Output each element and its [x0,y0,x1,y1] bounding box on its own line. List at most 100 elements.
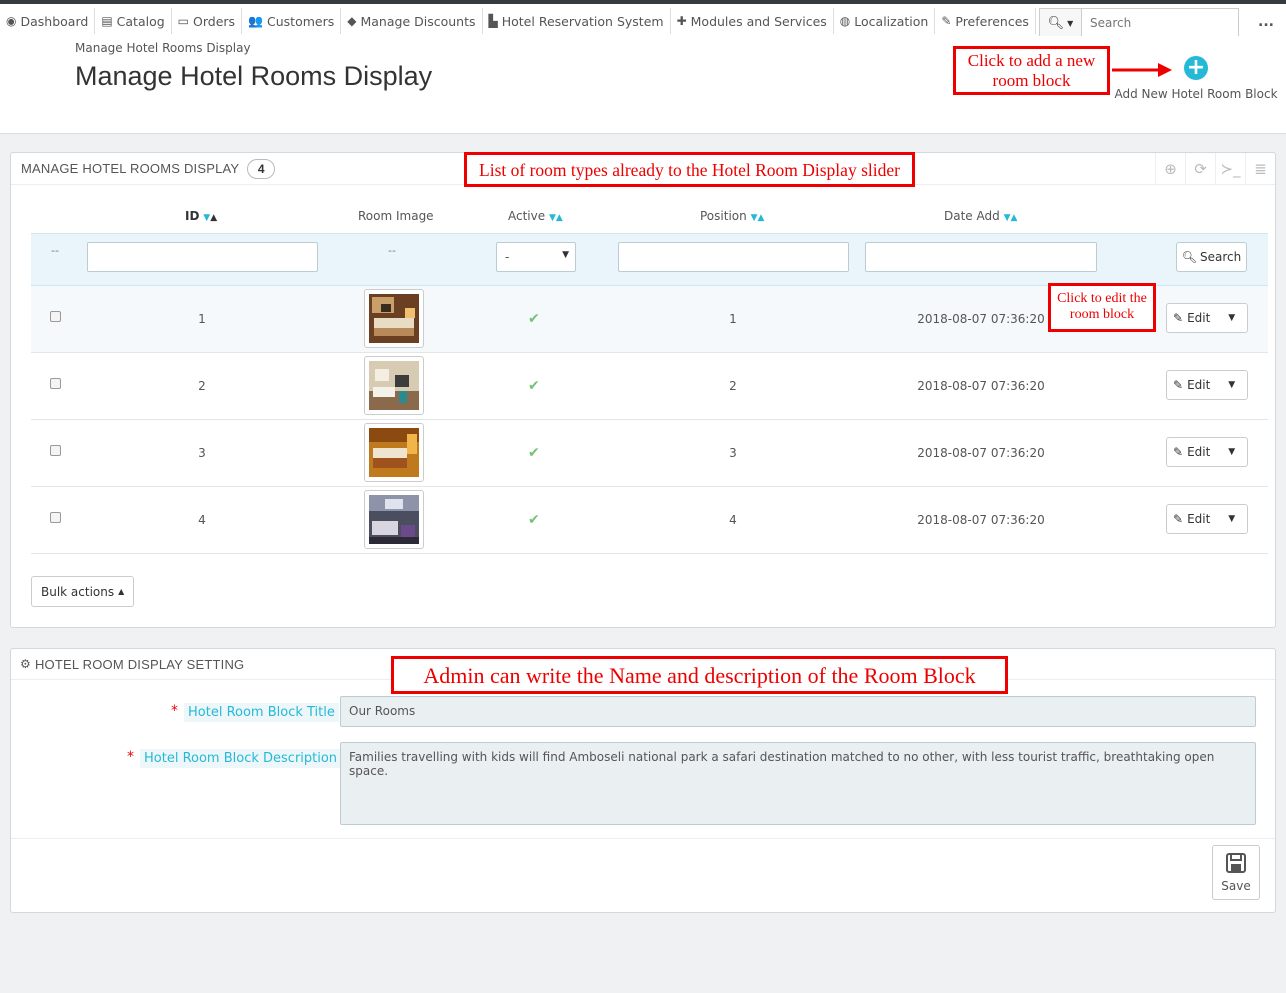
filter-date-input[interactable] [865,242,1097,272]
edit-button[interactable]: ✎ Edit [1167,505,1216,533]
nav-label: Manage Discounts [360,13,476,29]
cell-date: 2018-08-07 07:36:20 [917,446,1045,460]
block-description-textarea[interactable]: Families travelling with kids will find … [340,742,1256,825]
room-photo [369,361,419,410]
nav-label: Hotel Reservation System [501,13,664,29]
edit-dropdown-toggle[interactable]: ▼ [1216,438,1247,466]
search-icon: 🔍︎ [1047,15,1065,31]
annotation-arrow-icon [1112,63,1172,77]
required-marker: * [127,749,134,765]
credit-card-icon: ▭ [177,14,190,28]
active-check-icon[interactable]: ✔ [528,311,540,327]
cell-id: 1 [198,312,206,326]
nav-label: Preferences [955,13,1029,29]
dashboard-icon: ◉ [6,14,17,28]
column-header-position[interactable]: Position ▼▲ [700,209,764,223]
nav-orders[interactable]: ▭ Orders [172,8,243,34]
row-checkbox[interactable] [50,512,61,523]
block-title-input[interactable]: Our Rooms [340,696,1256,727]
sort-arrows-icon[interactable]: ▼▲ [203,213,217,223]
add-room-block-label: Add New Hotel Room Block [1114,87,1278,101]
search-icon: 🔍︎ [1181,250,1197,264]
filter-position-input[interactable] [618,242,849,272]
database-icon[interactable]: ≣ [1245,153,1275,185]
breadcrumb[interactable]: Manage Hotel Rooms Display [75,41,251,55]
nav-modules[interactable]: ✚ Modules and Services [671,8,834,34]
annotation-add-block: Click to add a new room block [953,46,1110,95]
bulk-actions-button[interactable]: Bulk actions ▲ [31,576,135,607]
page-title: Manage Hotel Rooms Display [75,61,433,91]
refresh-icon[interactable]: ⟳ [1185,153,1215,185]
edit-label: Edit [1187,445,1211,459]
cell-date: 2018-08-07 07:36:20 [917,312,1045,326]
required-marker: * [171,703,178,719]
pencil-icon: ✎ [1173,445,1184,459]
active-check-icon[interactable]: ✔ [528,378,540,394]
select-value: - [505,250,510,264]
nav-label: Customers [267,13,335,29]
active-check-icon[interactable]: ✔ [528,445,540,461]
column-header-active[interactable]: Active ▼▲ [508,209,563,223]
save-button[interactable]: Save [1212,845,1260,900]
nav-manage-discounts[interactable]: ◆ Manage Discounts [341,8,483,34]
sort-arrows-icon[interactable]: ▼▲ [1004,213,1018,223]
nav-dashboard[interactable]: ◉ Dashboard [0,8,96,34]
book-icon: ▤ [101,14,113,28]
column-header-image: Room Image [358,209,434,223]
nav-label: Localization [854,13,929,29]
nav-catalog[interactable]: ▤ Catalog [95,8,172,34]
cell-date: 2018-08-07 07:36:20 [917,379,1045,393]
edit-button-group: ✎ Edit ▼ [1166,303,1248,333]
nav-preferences[interactable]: ✎ Preferences [935,8,1036,34]
sort-arrows-icon[interactable]: ▼▲ [549,213,563,223]
filter-id-input[interactable] [87,242,318,272]
caret-down-icon: ▼ [1228,447,1236,457]
filter-active-select[interactable]: - ▼ [496,242,576,272]
search-label: Search [1200,250,1242,264]
search-input[interactable] [1081,8,1239,38]
cell-id: 3 [198,446,206,460]
caret-down-icon: ▼ [1228,514,1236,524]
filter-search-button[interactable]: 🔍︎ Search [1176,242,1247,272]
sql-query-icon[interactable]: ≻_ [1215,153,1245,185]
save-icon [1226,853,1246,873]
nav-localization[interactable]: ◍ Localization [834,8,936,34]
wrench-icon: ✎ [941,14,952,28]
row-checkbox[interactable] [50,378,61,389]
edit-dropdown-toggle[interactable]: ▼ [1216,304,1247,332]
caret-down-icon: ▼ [1228,313,1236,323]
room-list-table: ID ▼▲ Room Image Active ▼▲ Position ▼▲ D… [31,199,1268,554]
edit-button[interactable]: ✎ Edit [1167,371,1216,399]
nav-label: Dashboard [20,13,89,29]
column-label: Active [508,209,546,223]
edit-button[interactable]: ✎ Edit [1167,438,1216,466]
bulk-actions-label: Bulk actions [41,584,115,599]
column-header-date[interactable]: Date Add ▼▲ [944,209,1017,223]
active-check-icon[interactable]: ✔ [528,512,540,528]
cell-position: 1 [729,312,737,326]
room-image [364,289,424,348]
edit-label: Edit [1187,311,1211,325]
row-checkbox[interactable] [50,311,61,322]
table-row: 2 ✔ 2 2018-08-07 07:36:20 ✎ Edit ▼ [31,353,1268,420]
row-checkbox[interactable] [50,445,61,456]
caret-down-icon: ▼ [1228,380,1236,390]
table-header: ID ▼▲ Room Image Active ▼▲ Position ▼▲ D… [31,199,1268,233]
nav-hotel-reservation[interactable]: ▙ Hotel Reservation System [483,8,671,34]
nav-label: Catalog [116,13,165,29]
annotation-edit: Click to edit the room block [1048,283,1156,332]
add-new-icon[interactable]: ⊕ [1155,153,1185,185]
nav-customers[interactable]: 👥 Customers [242,8,342,34]
column-header-id[interactable]: ID ▼▲ [185,209,217,223]
edit-button[interactable]: ✎ Edit [1167,304,1216,332]
room-image [364,490,424,549]
panel-title: HOTEL ROOM DISPLAY SETTING [34,656,245,672]
sort-arrows-icon[interactable]: ▼▲ [751,213,765,223]
cell-date: 2018-08-07 07:36:20 [917,513,1045,527]
filter-placeholder: -- [51,244,59,257]
edit-dropdown-toggle[interactable]: ▼ [1216,505,1247,533]
more-options-icon[interactable]: ... [1258,14,1274,30]
edit-dropdown-toggle[interactable]: ▼ [1216,371,1247,399]
filter-placeholder: -- [388,244,396,257]
search-scope-button[interactable]: 🔍︎ ▼ [1039,8,1081,38]
